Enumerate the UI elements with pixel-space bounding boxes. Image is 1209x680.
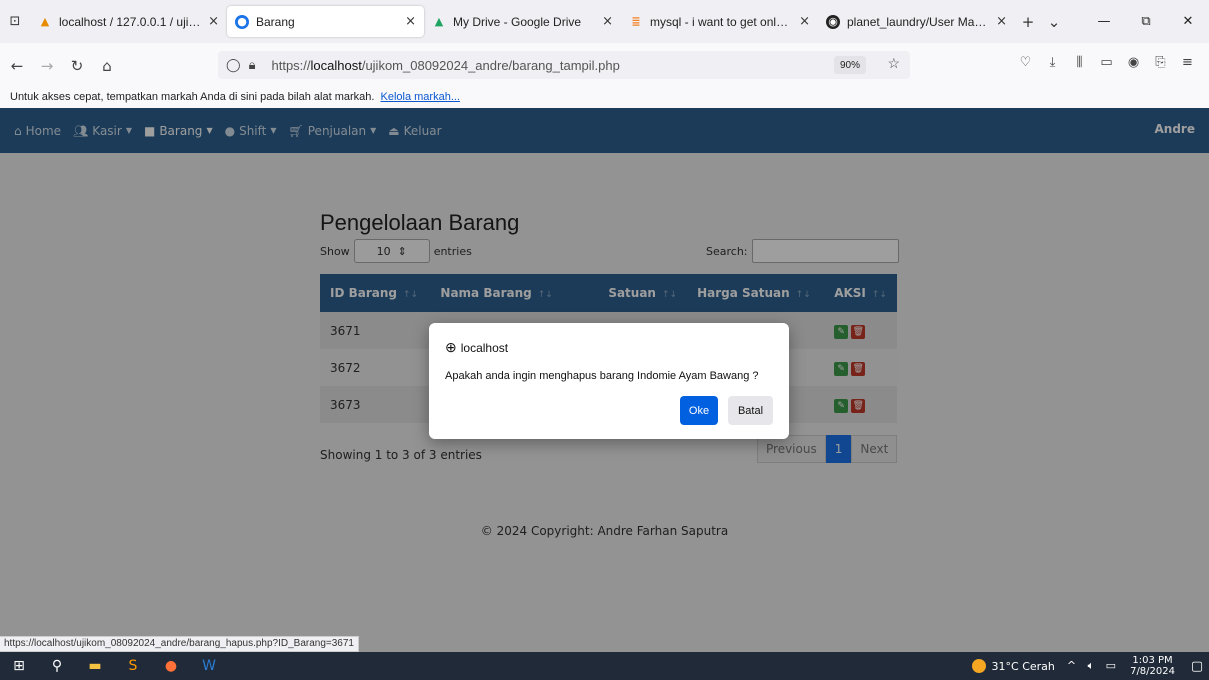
dialog-origin: localhost: [460, 340, 509, 355]
tab-phpmyadmin[interactable]: ▲ localhost / 127.0.0.1 / ujikom_0809202…: [30, 6, 227, 37]
weather-text: 31°C Cerah: [991, 659, 1055, 673]
menu-icon[interactable]: ≡: [1174, 55, 1201, 70]
close-icon[interactable]: ×: [405, 14, 416, 29]
manage-bookmarks-link[interactable]: Kelola markah...: [381, 91, 460, 103]
dialog-message: Apakah anda ingin menghapus barang Indom…: [445, 370, 759, 382]
extensions-icon[interactable]: ⎘: [1147, 55, 1174, 70]
bookmark-star-icon[interactable]: ☆: [887, 55, 900, 72]
page-icon: ●: [235, 14, 249, 29]
globe-icon: ⊕: [445, 339, 457, 355]
url-host: localhost: [310, 57, 362, 73]
cancel-button[interactable]: Batal: [728, 396, 773, 425]
clock-date: 7/8/2024: [1130, 666, 1175, 677]
phpmyadmin-icon: ▲: [40, 15, 50, 28]
stackoverflow-icon: ≣: [631, 15, 641, 28]
firefox-icon[interactable]: ●: [152, 652, 190, 680]
notification-icon[interactable]: ▢: [1185, 659, 1209, 674]
tab-github[interactable]: ◉ planet_laundry/User Manual ×: [818, 6, 1015, 37]
dialog-header: ⊕ localhost: [445, 339, 508, 356]
lock-icon[interactable]: 🔒︎: [249, 57, 256, 73]
window-controls: — ⧉ ✕: [1083, 0, 1209, 43]
account-icon[interactable]: ◉: [1120, 55, 1147, 70]
clock-time: 1:03 PM: [1132, 655, 1173, 666]
tab-title: localhost / 127.0.0.1 / ujikom_08092024_…: [59, 14, 202, 29]
sublime-text-icon[interactable]: S: [114, 652, 152, 680]
tab-stackoverflow[interactable]: ≣ mysql - i want to get only data from ×: [621, 6, 818, 37]
status-url: https://localhost/ujikom_08092024_andre/…: [0, 636, 359, 652]
browser-toolbar: ← → ↻ ⌂ ◯ 🔒︎ https://localhost/ujikom_08…: [0, 43, 1209, 88]
back-icon[interactable]: ←: [4, 53, 30, 79]
tab-google-drive[interactable]: ▲ My Drive - Google Drive ×: [424, 6, 621, 37]
file-explorer-icon[interactable]: ▬: [76, 652, 114, 680]
tab-barang[interactable]: ● Barang ×: [227, 6, 424, 37]
toolbar-right: ♡ ⤓ ⫼ ▭ ◉ ⎘ ≡: [1012, 55, 1201, 70]
taskbar: ⊞ ⚲ ▬ S ● W 31°C Cerah ^ 🔈︎ ▭ 1:03 PM 7/…: [0, 652, 1209, 680]
page-content: ⌂ Home 👥︎ Kasir ▼ ■ Barang ▼ ● Shift ▼ 🛒︎ Penjua…: [0, 108, 1209, 652]
confirm-dialog: ⊕ localhost Apakah anda ingin menghapus …: [429, 323, 789, 439]
new-tab-icon[interactable]: +: [1015, 0, 1041, 43]
close-icon[interactable]: ×: [208, 14, 219, 29]
tab-title: mysql - i want to get only data from: [650, 14, 793, 29]
search-icon[interactable]: ⚲: [38, 652, 76, 680]
bookmarks-hint: Untuk akses cepat, tempatkan markah Anda…: [10, 91, 375, 103]
pocket-icon[interactable]: ♡: [1012, 55, 1039, 70]
tab-title: My Drive - Google Drive: [453, 14, 582, 29]
word-icon[interactable]: W: [190, 652, 228, 680]
tab-title: planet_laundry/User Manual: [847, 14, 991, 29]
windows-start-icon[interactable]: ⊞: [0, 652, 38, 680]
close-window-icon[interactable]: ✕: [1167, 0, 1209, 43]
tab-title: Barang: [256, 14, 295, 29]
close-icon[interactable]: ×: [799, 14, 810, 29]
tab-strip: ⊡ ▲ localhost / 127.0.0.1 / ujikom_08092…: [0, 0, 1209, 43]
shield-icon[interactable]: ◯: [226, 57, 241, 73]
url-protocol: https://: [271, 57, 311, 73]
github-icon: ◉: [826, 14, 840, 29]
google-drive-icon: ▲: [434, 15, 444, 28]
tab-list-icon[interactable]: ⊡: [0, 0, 30, 43]
sidebar-icon[interactable]: ▭: [1093, 55, 1120, 70]
system-tray: 31°C Cerah ^ 🔈︎ ▭ 1:03 PM 7/8/2024 ▢: [971, 652, 1209, 680]
download-icon[interactable]: ⤓: [1039, 55, 1066, 70]
library-icon[interactable]: ⫼: [1066, 55, 1093, 70]
home-icon[interactable]: ⌂: [94, 53, 120, 79]
reload-icon[interactable]: ↻: [64, 53, 90, 79]
weather-widget[interactable]: 31°C Cerah: [971, 659, 1055, 673]
minimize-icon[interactable]: —: [1083, 0, 1125, 43]
chevron-down-icon[interactable]: ⌄: [1041, 0, 1067, 43]
bookmarks-bar: Untuk akses cepat, tempatkan markah Anda…: [0, 88, 1209, 108]
close-icon[interactable]: ×: [602, 14, 613, 29]
ok-button[interactable]: Oke: [680, 396, 718, 425]
restore-icon[interactable]: ⧉: [1125, 0, 1167, 43]
close-icon[interactable]: ×: [996, 14, 1007, 29]
forward-icon[interactable]: →: [34, 53, 60, 79]
zoom-indicator[interactable]: 90%: [833, 56, 866, 74]
url-path: /ujikom_08092024_andre/barang_tampil.php: [361, 57, 620, 73]
clock[interactable]: 1:03 PM 7/8/2024: [1130, 655, 1175, 677]
tray-icons[interactable]: ^ 🔈︎ ▭: [1067, 659, 1120, 673]
weather-sun-icon: [971, 659, 986, 673]
url-bar[interactable]: ◯ 🔒︎ https://localhost/ujikom_08092024_a…: [218, 51, 910, 79]
